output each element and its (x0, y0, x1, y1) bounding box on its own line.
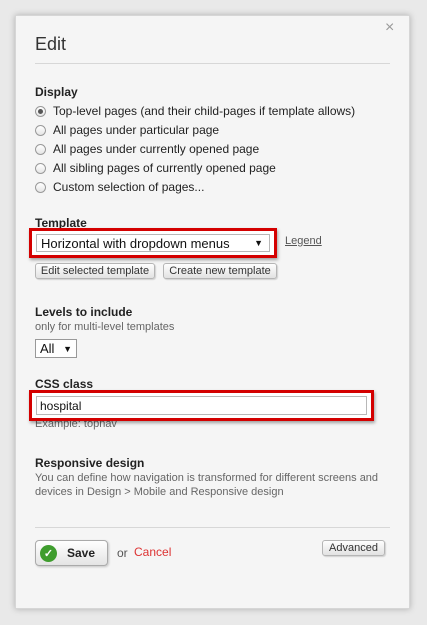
template-select-highlight: Horizontal with dropdown menus ▼ (29, 228, 277, 258)
create-template-button[interactable]: Create new template (163, 263, 277, 279)
chevron-down-icon: ▼ (254, 238, 263, 248)
responsive-description: You can define how navigation is transfo… (35, 472, 379, 498)
css-class-highlight: hospital (29, 390, 374, 421)
save-button-label: Save (67, 546, 96, 560)
display-option-label: Top-level pages (and their child-pages i… (53, 104, 356, 118)
display-option-label: All sibling pages of currently opened pa… (53, 161, 276, 175)
display-option-top-level[interactable]: Top-level pages (and their child-pages i… (35, 103, 355, 119)
checkmark-icon: ✓ (40, 544, 57, 562)
display-option-particular-page[interactable]: All pages under particular page (35, 122, 219, 138)
dialog-title: Edit (35, 34, 67, 54)
advanced-button[interactable]: Advanced (322, 540, 385, 556)
css-class-heading: CSS class (35, 377, 94, 391)
radio-button[interactable] (35, 181, 46, 193)
radio-button[interactable] (35, 105, 46, 117)
title-divider (35, 63, 390, 64)
radio-button[interactable] (35, 124, 46, 136)
cancel-link[interactable]: Cancel (134, 545, 171, 559)
template-select[interactable]: Horizontal with dropdown menus ▼ (36, 234, 270, 252)
edit-template-button[interactable]: Edit selected template (35, 263, 155, 279)
display-option-label: Custom selection of pages... (53, 180, 205, 194)
chevron-down-icon: ▼ (63, 343, 72, 354)
responsive-heading: Responsive design (35, 456, 145, 470)
levels-select[interactable]: All ▼ (35, 339, 77, 358)
display-option-custom-selection[interactable]: Custom selection of pages... (35, 179, 204, 195)
display-option-label: All pages under currently opened page (53, 142, 260, 156)
display-heading: Display (35, 85, 78, 99)
levels-hint: only for multi-level templates (35, 321, 175, 333)
display-option-current-page[interactable]: All pages under currently opened page (35, 141, 259, 157)
levels-select-value: All (40, 341, 55, 356)
display-option-sibling-pages[interactable]: All sibling pages of currently opened pa… (35, 160, 276, 176)
display-option-label: All pages under particular page (53, 123, 220, 137)
close-icon[interactable]: × (385, 20, 394, 36)
template-select-value: Horizontal with dropdown menus (41, 235, 230, 251)
radio-button[interactable] (35, 143, 46, 155)
save-button[interactable]: ✓ Save (35, 540, 108, 566)
legend-link[interactable]: Legend (285, 235, 322, 247)
or-text: or (117, 546, 128, 560)
levels-heading: Levels to include (35, 305, 133, 319)
radio-button[interactable] (35, 162, 46, 174)
css-class-input[interactable]: hospital (36, 396, 367, 415)
footer-divider (35, 527, 390, 528)
